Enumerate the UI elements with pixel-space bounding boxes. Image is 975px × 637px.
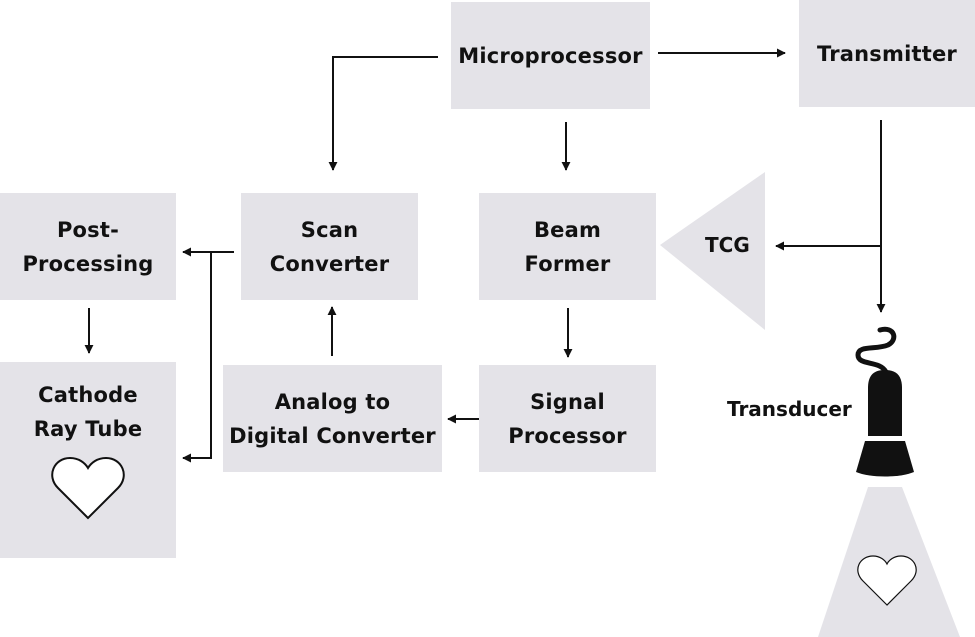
transmitter-label: Transmitter <box>817 41 957 66</box>
transducer-label: Transducer <box>727 397 852 421</box>
beam-former-label-line1: Beam <box>533 217 602 242</box>
scan-converter-block: Scan Converter <box>241 193 418 300</box>
beam-former-label-line2: Former <box>524 251 611 276</box>
crt-label-line1: Cathode <box>38 383 138 407</box>
arrow-scan-converter-to-crt <box>182 252 212 463</box>
crt-label-line2: Ray Tube <box>33 417 143 441</box>
post-processing-label-line2: Processing <box>22 251 154 276</box>
transducer-probe-icon <box>855 326 914 477</box>
post-processing-label-line1: Post- <box>56 217 120 242</box>
signal-processor-block: Signal Processor <box>479 365 656 472</box>
microprocessor-block: Microprocessor <box>451 2 650 109</box>
transmitter-block: Transmitter <box>799 0 975 107</box>
microprocessor-label: Microprocessor <box>458 43 643 68</box>
tcg-label: TCG <box>705 233 750 257</box>
signal-processor-label-line1: Signal <box>530 389 605 414</box>
adc-label-line1: Analog to <box>274 389 391 414</box>
adc-block: Analog to Digital Converter <box>223 365 442 472</box>
arrow-microprocessor-to-scan-converter <box>328 56 438 171</box>
signal-processor-label-line2: Processor <box>508 423 627 448</box>
adc-label-line2: Digital Converter <box>229 423 436 448</box>
beam-former-block: Beam Former <box>479 193 656 300</box>
scan-converter-label-line1: Scan <box>300 217 359 242</box>
heart-icon-display <box>51 456 125 520</box>
cathode-ray-tube-block: Cathode Ray Tube <box>0 362 176 558</box>
post-processing-block: Post- Processing <box>0 193 176 300</box>
scan-converter-label-line2: Converter <box>269 251 390 276</box>
